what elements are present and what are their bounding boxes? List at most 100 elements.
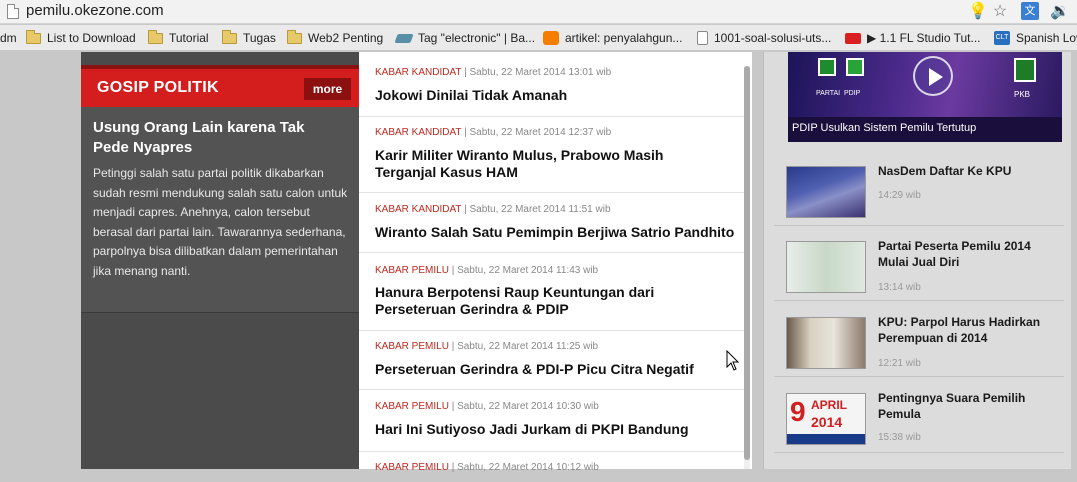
bookmark-web2-penting[interactable]: Web2 Penting (287, 29, 383, 46)
bookmark-tugas[interactable]: Tugas (222, 29, 276, 46)
sidebar-news-time: 13:14 wib (878, 282, 921, 293)
sidebar-news-item[interactable]: NasDem Daftar Ke KPU 14:29 wib (774, 152, 1064, 226)
news-headline-line2[interactable]: Terganjal Kasus HAM (375, 164, 745, 181)
page-content: GOSIP POLITIK more Usung Orang Lain kare… (0, 52, 1077, 473)
news-item[interactable]: KABAR PEMILU | Sabtu, 22 Maret 2014 11:2… (359, 331, 744, 390)
news-meta: KABAR PEMILU | Sabtu, 22 Maret 2014 11:4… (375, 265, 599, 276)
tag-icon (394, 33, 414, 43)
bookmark-1001-soal[interactable]: 1001-soal-solusi-uts... (697, 30, 831, 46)
news-headline[interactable]: Perseteruan Gerindra & PDI-P Picu Citra … (375, 361, 745, 378)
news-thumbnail[interactable] (786, 166, 866, 218)
party-logo-label: PKB (1014, 90, 1031, 99)
lightbulb-icon[interactable]: 💡 (968, 2, 988, 22)
news-headline[interactable]: Hanura Berpotensi Raup Keuntungan dari (375, 284, 745, 301)
news-headline[interactable]: Wiranto Salah Satu Pemimpin Berjiwa Satr… (375, 224, 745, 241)
news-date: Sabtu, 22 Maret 2014 10:12 wib (457, 462, 599, 473)
news-category[interactable]: KABAR PEMILU (375, 462, 449, 473)
news-thumbnail[interactable] (786, 241, 866, 293)
folder-icon (26, 29, 41, 44)
url-text[interactable]: pemilu.okezone.com (26, 2, 164, 19)
page-icon (697, 31, 708, 45)
gosip-header: GOSIP POLITIK more (81, 69, 359, 107)
party-logo (818, 58, 836, 76)
folder-icon (287, 29, 302, 44)
party-logo (846, 58, 864, 76)
sidebar-news-time: 15:38 wib (878, 432, 921, 443)
news-headline[interactable]: Karir Militer Wiranto Mulus, Prabowo Mas… (375, 147, 745, 164)
clt-icon: CLT (994, 31, 1010, 45)
news-thumbnail[interactable] (786, 317, 866, 369)
bookmark-fl-studio[interactable]: ▶ 1.1 FL Studio Tut... (845, 30, 981, 46)
gosip-column: GOSIP POLITIK more Usung Orang Lain kare… (81, 52, 359, 469)
news-item[interactable]: KABAR PEMILU | Sabtu, 22 Maret 2014 10:3… (359, 390, 744, 452)
speaker-icon[interactable]: 🔉 (1050, 2, 1070, 22)
sidebar-news-item[interactable]: Partai Peserta Pemilu 2014 Mulai Jual Di… (774, 227, 1064, 301)
sidebar-news-title[interactable]: Pentingnya Suara Pemilih Pemula (878, 390, 1058, 422)
news-date: Sabtu, 22 Maret 2014 11:25 wib (457, 341, 599, 352)
gosip-summary: Petinggi salah satu partai politik dikab… (93, 166, 348, 278)
section-title: GOSIP POLITIK (97, 79, 219, 96)
video-thumbnail: PARTAI PDIP PKB (788, 52, 1062, 117)
sidebar-news-title[interactable]: NasDem Daftar Ke KPU (878, 163, 1058, 179)
news-item[interactable]: KABAR PEMILU | Sabtu, 22 Maret 2014 10:1… (359, 452, 744, 482)
page-icon (7, 4, 19, 19)
video-caption[interactable]: PDIP Usulkan Sistem Pemilu Tertutup (792, 122, 976, 134)
news-headline[interactable]: Hari Ini Sutiyoso Jadi Jurkam di PKPI Ba… (375, 421, 745, 438)
play-icon[interactable] (913, 56, 953, 96)
mouse-cursor-icon (726, 350, 740, 371)
news-category[interactable]: KABAR KANDIDAT (375, 127, 461, 138)
sidebar-news-title[interactable]: KPU: Parpol Harus Hadirkan Perempuan di … (878, 314, 1058, 346)
bookmark-tag-electronic[interactable]: Tag "electronic" | Ba... (394, 30, 535, 46)
news-category[interactable]: KABAR KANDIDAT (375, 67, 461, 78)
news-date: Sabtu, 22 Maret 2014 11:51 wib (469, 204, 611, 215)
news-date: Sabtu, 22 Maret 2014 13:01 wib (469, 67, 612, 78)
party-logo-label: PDIP (844, 90, 861, 97)
news-date: Sabtu, 22 Maret 2014 11:43 wib (457, 265, 599, 276)
folder-icon (222, 29, 237, 44)
news-meta: KABAR PEMILU | Sabtu, 22 Maret 2014 10:1… (375, 462, 599, 473)
poster-month: APRIL (811, 398, 847, 412)
blogger-icon (543, 31, 559, 45)
news-scrollbar[interactable] (744, 66, 750, 469)
news-headline-line2[interactable]: Perseteruan Gerindra & PDIP (375, 301, 745, 318)
news-meta: KABAR KANDIDAT | Sabtu, 22 Maret 2014 11… (375, 204, 611, 215)
gosip-article: Usung Orang Lain karena Tak Pede Nyapres… (81, 107, 359, 313)
video-player[interactable]: PARTAI PDIP PKB PDIP Usulkan Sistem Pemi… (788, 52, 1062, 142)
youtube-icon (845, 32, 861, 44)
sidebar-news-time: 14:29 wib (878, 190, 921, 201)
scrollbar-thumb[interactable] (744, 66, 750, 460)
news-item[interactable]: KABAR KANDIDAT | Sabtu, 22 Maret 2014 12… (359, 117, 744, 193)
sidebar-news-title[interactable]: Partai Peserta Pemilu 2014 Mulai Jual Di… (878, 238, 1058, 270)
poster-band (787, 434, 865, 444)
translate-icon[interactable]: 文 (1021, 2, 1039, 20)
news-list: KABAR KANDIDAT | Sabtu, 22 Maret 2014 13… (359, 52, 752, 473)
news-category[interactable]: KABAR PEMILU (375, 265, 449, 276)
news-item[interactable]: KABAR KANDIDAT | Sabtu, 22 Maret 2014 13… (359, 52, 744, 117)
news-category[interactable]: KABAR PEMILU (375, 341, 449, 352)
news-thumbnail[interactable]: 9 APRIL 2014 (786, 393, 866, 445)
news-category[interactable]: KABAR KANDIDAT (375, 204, 461, 215)
news-category[interactable]: KABAR PEMILU (375, 401, 449, 412)
bookmark-artikel[interactable]: artikel: penyalahgun... (543, 30, 682, 46)
bookmark-cut[interactable]: dm (0, 30, 17, 46)
news-date: Sabtu, 22 Maret 2014 12:37 wib (469, 127, 612, 138)
news-meta: KABAR PEMILU | Sabtu, 22 Maret 2014 11:2… (375, 341, 599, 352)
news-item[interactable]: KABAR KANDIDAT | Sabtu, 22 Maret 2014 11… (359, 193, 744, 253)
bookmark-tutorial[interactable]: Tutorial (148, 29, 209, 46)
gosip-headline[interactable]: Usung Orang Lain karena Tak Pede Nyapres (93, 118, 343, 158)
news-meta: KABAR PEMILU | Sabtu, 22 Maret 2014 10:3… (375, 401, 599, 412)
star-icon[interactable]: ☆ (990, 2, 1010, 22)
news-meta: KABAR KANDIDAT | Sabtu, 22 Maret 2014 12… (375, 127, 612, 138)
news-item[interactable]: KABAR PEMILU | Sabtu, 22 Maret 2014 11:4… (359, 253, 744, 331)
more-button[interactable]: more (304, 78, 351, 100)
bookmark-list-to-download[interactable]: List to Download (26, 29, 136, 46)
folder-icon (148, 29, 163, 44)
news-headline[interactable]: Jokowi Dinilai Tidak Amanah (375, 87, 745, 104)
sidebar-news-item[interactable]: 9 APRIL 2014 Pentingnya Suara Pemilih Pe… (774, 379, 1064, 453)
bookmark-spanish[interactable]: CLT Spanish Lov (994, 30, 1077, 46)
sidebar-news-time: 12:21 wib (878, 358, 921, 369)
sidebar-news-item[interactable]: KPU: Parpol Harus Hadirkan Perempuan di … (774, 303, 1064, 377)
poster-day: 9 (790, 396, 806, 427)
news-meta: KABAR KANDIDAT | Sabtu, 22 Maret 2014 13… (375, 67, 612, 78)
party-logo-label: PARTAI (816, 90, 841, 97)
